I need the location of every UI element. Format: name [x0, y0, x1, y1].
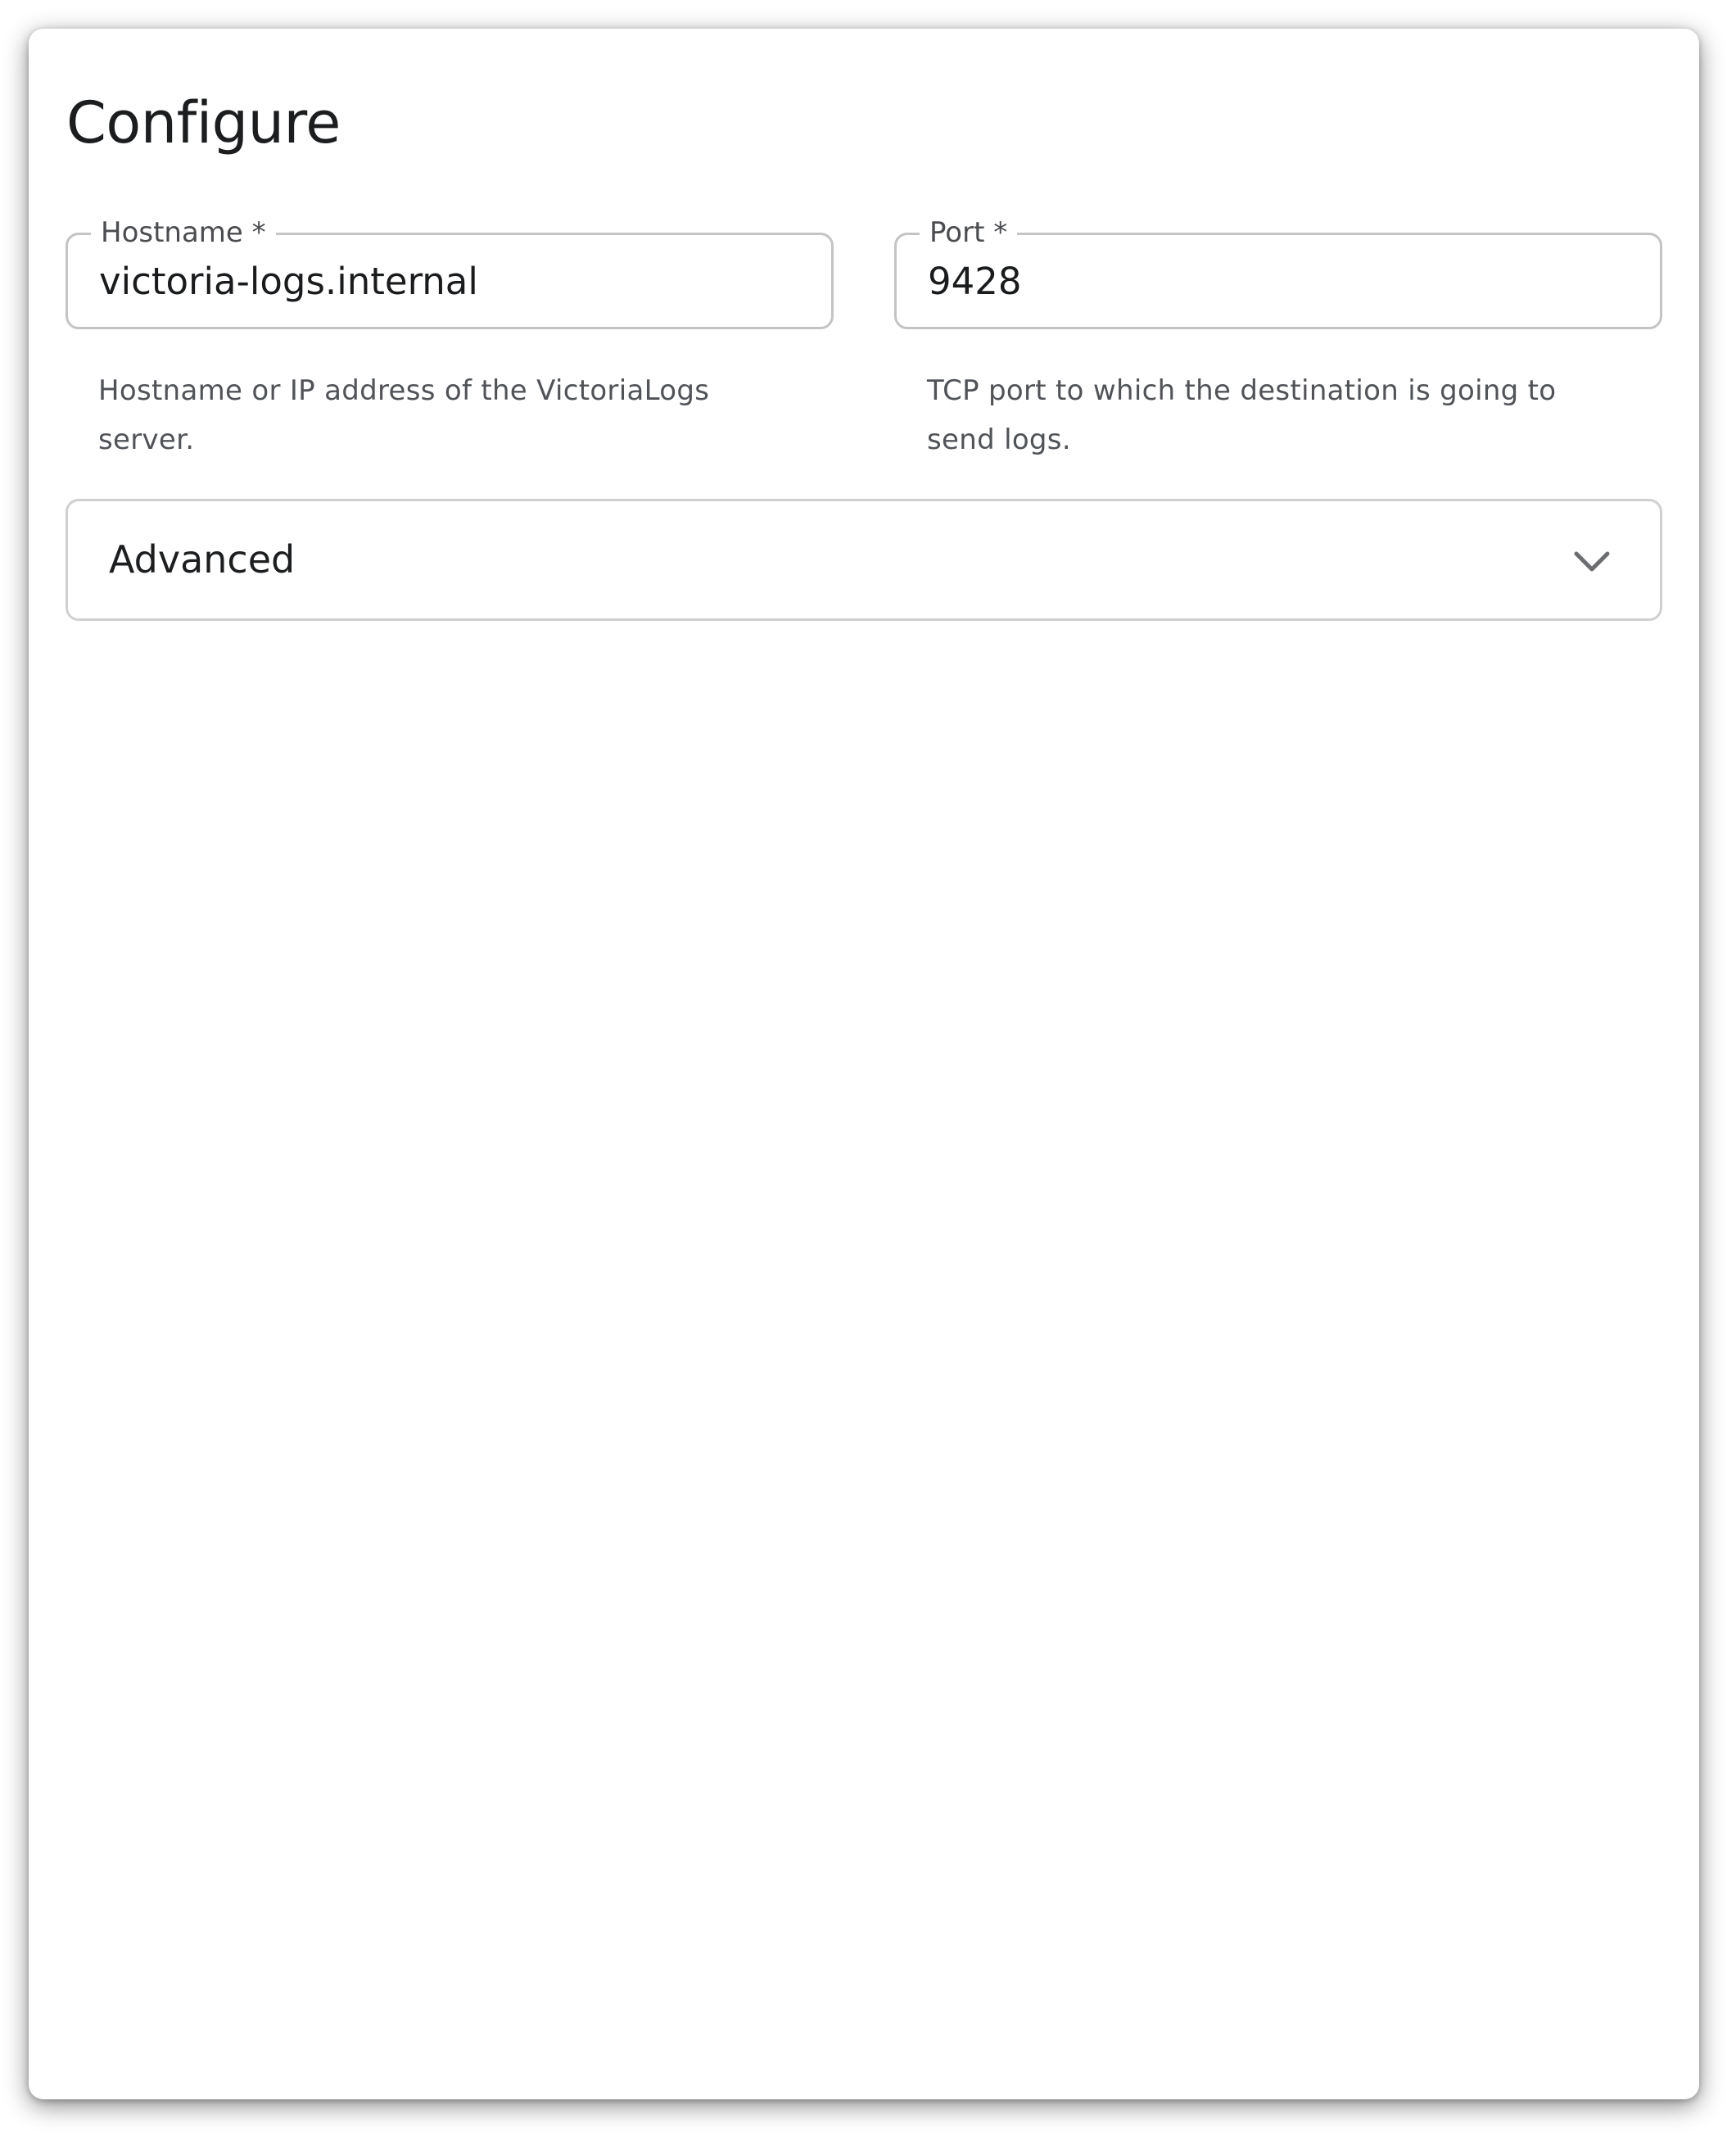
hostname-field[interactable]: Hostname *	[66, 215, 834, 329]
port-helper-text: TCP port to which the destination is goi…	[927, 374, 1557, 456]
hostname-helper-text: Hostname or IP address of the VictoriaLo…	[98, 374, 710, 456]
port-field[interactable]: Port *	[894, 215, 1662, 329]
advanced-accordion[interactable]: Advanced	[66, 499, 1662, 621]
advanced-accordion-label: Advanced	[109, 537, 296, 582]
page-title: Configure	[66, 89, 341, 156]
port-input[interactable]	[928, 235, 1632, 327]
configure-panel: Configure Hostname * Hostname or IP addr…	[29, 29, 1699, 2099]
hostname-input[interactable]	[99, 235, 803, 327]
chevron-down-icon[interactable]	[1571, 541, 1612, 582]
